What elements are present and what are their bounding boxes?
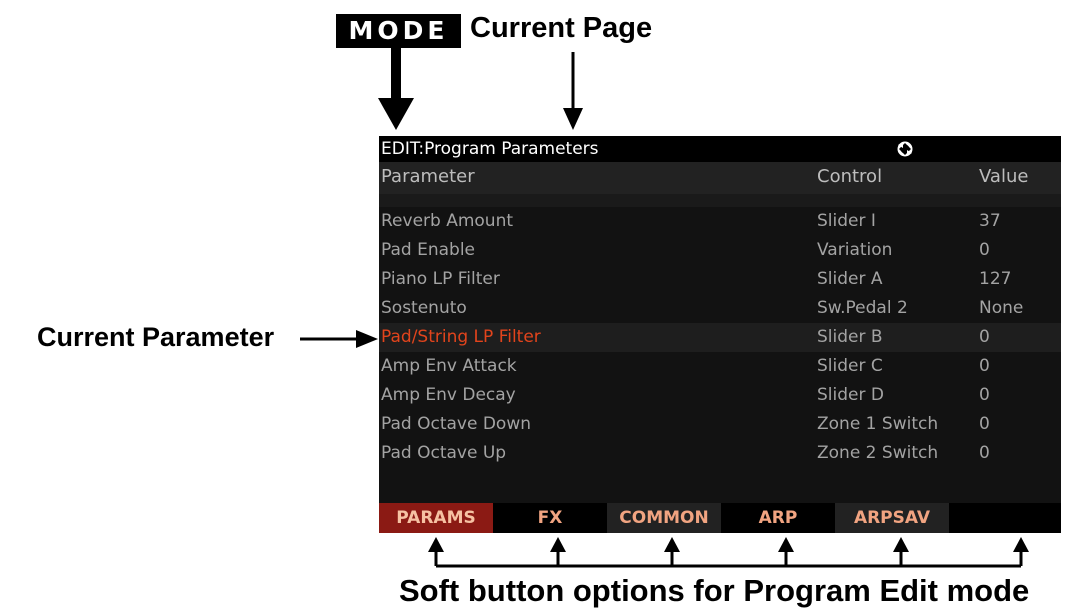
current-page-arrow <box>563 52 583 130</box>
current-parameter-arrow <box>300 330 378 348</box>
soft-button-arrowheads <box>428 537 1029 552</box>
mode-arrow <box>378 48 414 130</box>
soft-button-bracket <box>434 548 1023 568</box>
annotation-arrows <box>300 48 1029 568</box>
